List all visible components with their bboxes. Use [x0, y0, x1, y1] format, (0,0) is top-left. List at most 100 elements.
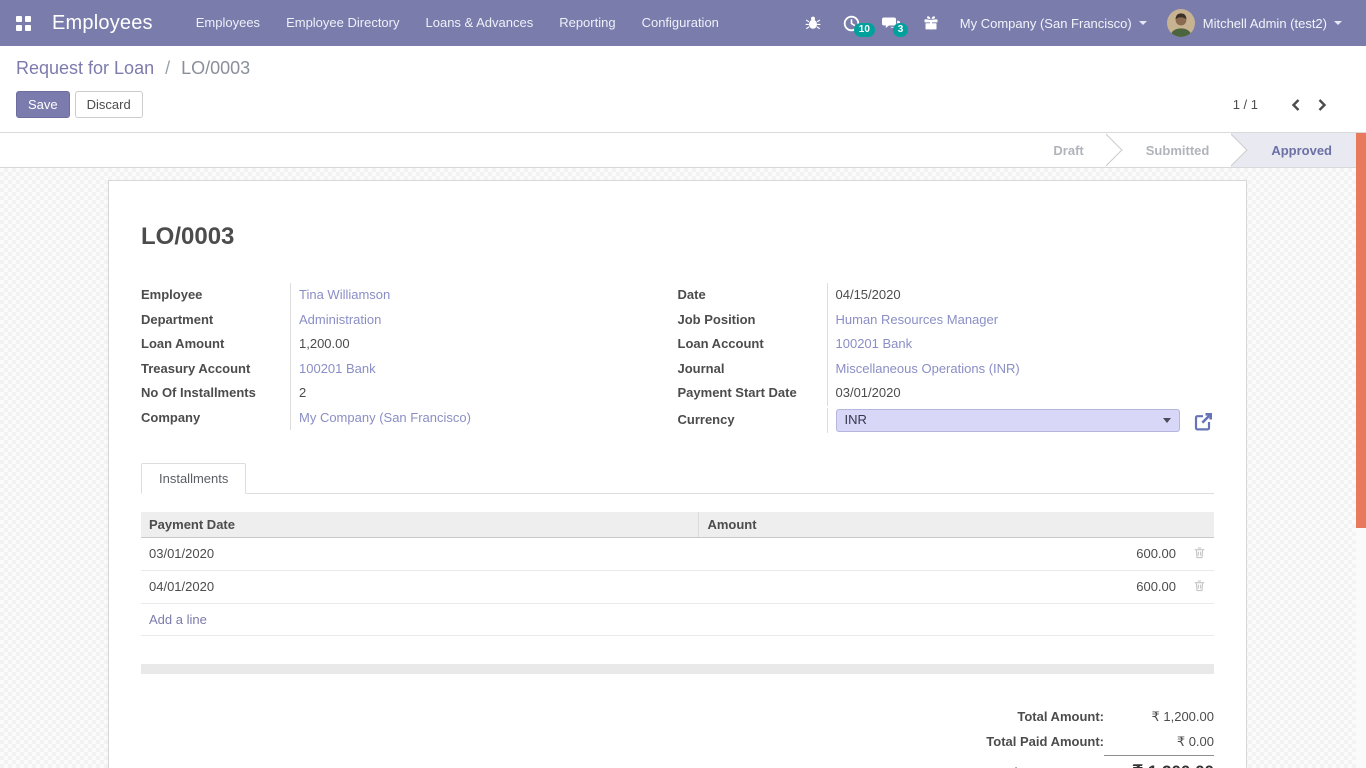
- currency-selected-value: INR: [845, 408, 867, 433]
- top-navbar: Employees Employees Employee Directory L…: [0, 0, 1366, 46]
- user-name: Mitchell Admin (test2): [1203, 16, 1327, 31]
- balance-amount-label: Balance Amount:: [998, 760, 1104, 768]
- save-button[interactable]: Save: [16, 91, 70, 118]
- field-label: Department: [141, 308, 291, 333]
- breadcrumb-separator: /: [165, 58, 170, 78]
- field-value-journal[interactable]: Miscellaneous Operations (INR): [836, 361, 1020, 376]
- field-loan-account: Loan Account 100201 Bank: [678, 332, 1215, 357]
- status-step-submitted[interactable]: Submitted: [1124, 133, 1232, 167]
- pager-value: 1 / 1: [1233, 97, 1258, 112]
- vertical-scrollbar-thumb[interactable]: [1356, 133, 1366, 528]
- cell-payment-date[interactable]: 04/01/2020: [141, 570, 699, 603]
- field-journal: Journal Miscellaneous Operations (INR): [678, 357, 1215, 382]
- status-step-draft[interactable]: Draft: [1031, 133, 1105, 167]
- field-value-company[interactable]: My Company (San Francisco): [299, 410, 471, 425]
- user-avatar: [1167, 9, 1195, 37]
- status-arrow-icon: [1106, 133, 1124, 167]
- record-title: LO/0003: [141, 223, 1214, 251]
- field-group-left: Employee Tina Williamson Department Admi…: [141, 283, 678, 436]
- gift-icon[interactable]: [912, 15, 950, 31]
- field-no-of-installments: No Of Installments 2: [141, 381, 678, 406]
- breadcrumb-current: LO/0003: [181, 58, 250, 78]
- add-a-line-link[interactable]: Add a line: [141, 603, 1214, 635]
- field-value-loan-amount[interactable]: 1,200.00: [291, 332, 678, 357]
- discard-button[interactable]: Discard: [75, 91, 143, 118]
- cell-amount[interactable]: 600.00: [699, 537, 1184, 570]
- total-paid-amount-value: ₹ 0.00: [1104, 729, 1214, 754]
- cell-payment-date[interactable]: 03/01/2020: [141, 537, 699, 570]
- pager-previous-button[interactable]: [1282, 95, 1309, 115]
- total-paid-amount-row: Total Paid Amount: ₹ 0.00: [986, 729, 1214, 754]
- breadcrumb-parent-link[interactable]: Request for Loan: [16, 58, 154, 78]
- activity-clock-icon[interactable]: 10: [832, 15, 871, 32]
- currency-select[interactable]: INR: [836, 409, 1181, 432]
- field-treasury-account: Treasury Account 100201 Bank: [141, 357, 678, 382]
- total-paid-amount-label: Total Paid Amount:: [986, 729, 1104, 754]
- field-label: Loan Account: [678, 332, 828, 357]
- field-value-treasury-account[interactable]: 100201 Bank: [299, 361, 376, 376]
- installments-table: Payment Date Amount 03/01/2020 600.00: [141, 512, 1214, 636]
- column-header-payment-date[interactable]: Payment Date: [141, 512, 699, 538]
- menu-item-reporting[interactable]: Reporting: [546, 0, 628, 46]
- tab-strip: Installments: [141, 462, 1214, 494]
- systray: 10 3 My Company (San Francisco) Mitchell…: [794, 0, 1366, 46]
- field-group: Employee Tina Williamson Department Admi…: [141, 283, 1214, 436]
- field-value-job-position[interactable]: Human Resources Manager: [836, 312, 999, 327]
- column-header-amount[interactable]: Amount: [699, 512, 1184, 538]
- field-value-employee[interactable]: Tina Williamson: [299, 287, 390, 302]
- pager: 1 / 1: [1233, 95, 1350, 115]
- vertical-scrollbar-track[interactable]: [1356, 133, 1366, 768]
- table-row[interactable]: 04/01/2020 600.00: [141, 570, 1214, 603]
- field-job-position: Job Position Human Resources Manager: [678, 308, 1215, 333]
- horizontal-scrollbar[interactable]: [141, 664, 1214, 674]
- select-caret-icon: [1163, 418, 1171, 423]
- add-a-line-row[interactable]: Add a line: [141, 603, 1214, 635]
- table-row[interactable]: 03/01/2020 600.00: [141, 537, 1214, 570]
- apps-grid-icon: [16, 16, 31, 31]
- menu-item-configuration[interactable]: Configuration: [629, 0, 732, 46]
- field-employee: Employee Tina Williamson: [141, 283, 678, 308]
- cell-amount[interactable]: 600.00: [699, 570, 1184, 603]
- field-value-payment-start-date[interactable]: 03/01/2020: [828, 381, 1215, 406]
- field-value-loan-account[interactable]: 100201 Bank: [836, 336, 913, 351]
- status-arrow-icon: [1231, 133, 1249, 167]
- tab-installments[interactable]: Installments: [141, 463, 246, 494]
- chevron-left-icon: [1290, 98, 1301, 112]
- menu-item-employee-directory[interactable]: Employee Directory: [273, 0, 412, 46]
- field-label: Loan Amount: [141, 332, 291, 357]
- field-value-department[interactable]: Administration: [299, 312, 381, 327]
- debug-bug-icon[interactable]: [794, 15, 832, 31]
- column-header-actions: [1184, 512, 1214, 538]
- delete-row-button[interactable]: [1193, 579, 1206, 592]
- notebook: Installments Payment Date Amount: [141, 462, 1214, 768]
- field-label: Currency: [678, 408, 828, 433]
- totals-block: Total Amount: ₹ 1,200.00 Total Paid Amou…: [141, 704, 1214, 768]
- pager-next-button[interactable]: [1309, 95, 1336, 115]
- apps-menu-button[interactable]: [0, 0, 46, 46]
- field-loan-amount: Loan Amount 1,200.00: [141, 332, 678, 357]
- field-label: Company: [141, 406, 291, 431]
- menu-item-loans-advances[interactable]: Loans & Advances: [413, 0, 547, 46]
- total-amount-value: ₹ 1,200.00: [1104, 704, 1214, 729]
- total-amount-row: Total Amount: ₹ 1,200.00: [1017, 704, 1214, 729]
- field-value-no-of-installments[interactable]: 2: [291, 381, 678, 406]
- menu-item-employees[interactable]: Employees: [183, 0, 273, 46]
- chevron-right-icon: [1317, 98, 1328, 112]
- status-step-approved[interactable]: Approved: [1249, 133, 1366, 167]
- delete-row-button[interactable]: [1193, 546, 1206, 559]
- user-menu[interactable]: Mitchell Admin (test2): [1157, 0, 1352, 46]
- company-switcher[interactable]: My Company (San Francisco): [950, 0, 1157, 46]
- message-count-badge: 3: [893, 23, 909, 37]
- balance-amount-value: ₹ 1,200.00: [1104, 755, 1214, 768]
- field-label: Payment Start Date: [678, 381, 828, 406]
- field-label: Journal: [678, 357, 828, 382]
- field-value-date[interactable]: 04/15/2020: [828, 283, 1215, 308]
- field-department: Department Administration: [141, 308, 678, 333]
- field-label: Date: [678, 283, 828, 308]
- balance-amount-row: Balance Amount: ₹ 1,200.00: [998, 755, 1214, 768]
- field-label: No Of Installments: [141, 381, 291, 406]
- messages-chat-icon[interactable]: 3: [871, 15, 912, 32]
- company-name: My Company (San Francisco): [960, 16, 1132, 31]
- chevron-down-icon: [1139, 21, 1147, 25]
- external-link-button[interactable]: [1194, 411, 1214, 431]
